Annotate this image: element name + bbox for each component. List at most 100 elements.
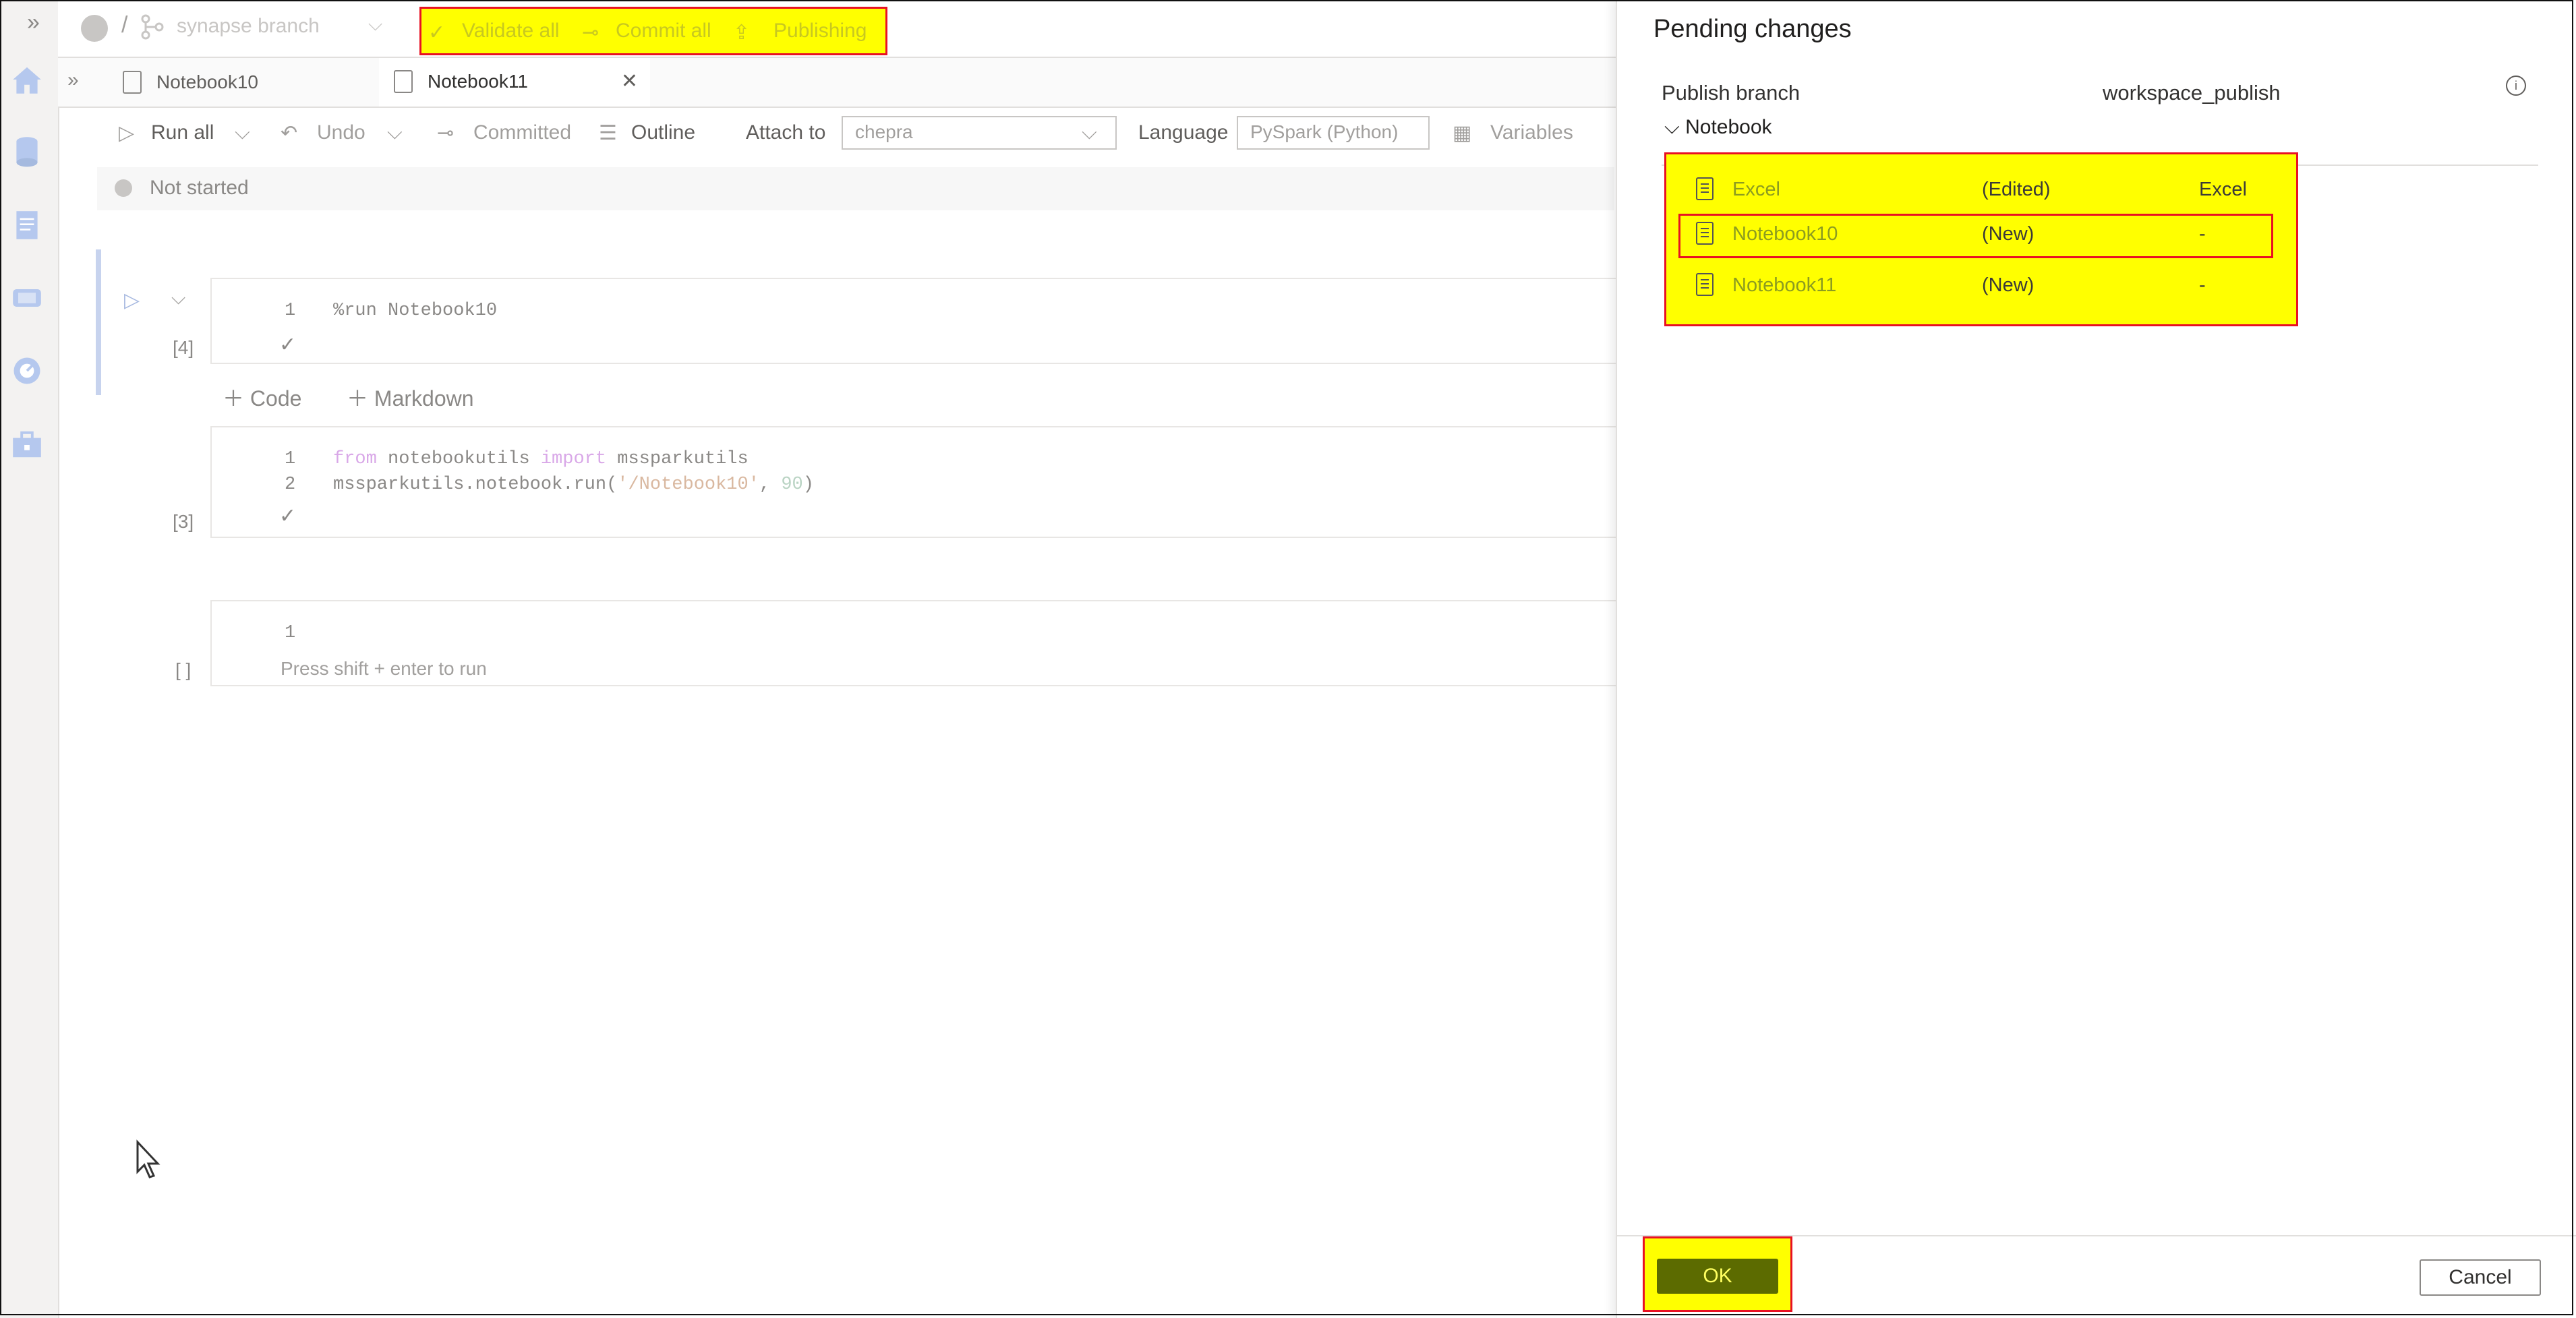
data-icon[interactable] (8, 132, 46, 170)
tab-notebook10[interactable]: Notebook10 (107, 58, 378, 107)
list-item[interactable]: Excel (Edited) Excel (1666, 169, 2296, 214)
notebook-icon (394, 69, 413, 93)
item-change: (New) (1982, 223, 2035, 245)
chevron-down-icon[interactable]: ⌵ (171, 287, 185, 309)
code-cell[interactable]: 1 %run Notebook10 ✓ (210, 278, 1616, 364)
undo-icon: ↶ (281, 122, 298, 144)
notebook-icon (1696, 222, 1714, 245)
variables-button[interactable]: Variables (1490, 121, 1573, 144)
list-item[interactable]: Notebook11 (New) - (1666, 265, 2296, 309)
active-cell-indicator (96, 249, 101, 395)
close-icon[interactable]: ✕ (621, 69, 638, 93)
line-number: 1 (285, 301, 296, 321)
line-number: 1 (285, 449, 296, 469)
branch-selector[interactable]: synapse branch (177, 15, 320, 38)
variables-icon: ▦ (1453, 122, 1472, 144)
add-markdown-cell-button[interactable]: ＋ Markdown (347, 382, 474, 413)
check-icon: ✓ (279, 505, 297, 527)
undo-button[interactable]: Undo (317, 121, 365, 144)
outline-button[interactable]: Outline (631, 121, 695, 144)
ok-button[interactable]: OK (1657, 1259, 1778, 1294)
add-code-cell-button[interactable]: ＋ Code (223, 382, 301, 413)
pending-changes-panel: Pending changes Publish branch workspace… (1616, 0, 2576, 1318)
status-row: Not started (97, 167, 1614, 210)
run-hint: Press shift + enter to run (281, 658, 487, 679)
item-name[interactable]: Excel (1732, 179, 1780, 201)
notebook-icon (123, 71, 142, 94)
item-change: (New) (1982, 274, 2035, 296)
highlight-ok-button: OK (1643, 1236, 1792, 1312)
status-dot-icon (115, 179, 132, 197)
code-cell[interactable]: 1 Press shift + enter to run (210, 600, 1616, 686)
item-name[interactable]: Notebook11 (1732, 274, 1836, 297)
language-select[interactable]: PySpark (Python) (1237, 116, 1430, 150)
develop-icon[interactable] (8, 206, 46, 244)
branch-icon (141, 14, 164, 40)
attach-to-select[interactable]: chepra (842, 116, 1117, 150)
item-type: - (2199, 274, 2206, 296)
publish-branch-label: Publish branch (1662, 81, 1801, 104)
integrate-icon[interactable] (8, 279, 46, 317)
item-change: (Edited) (1982, 179, 2051, 200)
tab-bar: » Notebook10 Notebook11 ✕ (58, 58, 1616, 108)
check-icon: ✓ (279, 334, 297, 356)
list-item[interactable]: Notebook10 (New) - (1678, 214, 2273, 258)
mouse-cursor-icon (136, 1139, 160, 1178)
highlight-changes-list: Excel (Edited) Excel Notebook10 (New) - … (1664, 152, 2298, 326)
chevron-down-icon[interactable]: ⌵ (387, 121, 403, 144)
code-line: from notebookutils import mssparkutils (333, 449, 749, 469)
path-separator: / (121, 12, 128, 38)
item-type: - (2199, 223, 2206, 245)
execution-count: [4] (173, 337, 194, 358)
manage-icon[interactable] (8, 426, 46, 464)
chevron-down-icon[interactable]: ⌵ (235, 121, 250, 144)
outline-icon: ☰ (599, 122, 617, 144)
group-notebook-toggle[interactable]: ⌵ Notebook (1664, 116, 1772, 139)
commit-icon: ⊸ (437, 122, 455, 144)
commit-all-button[interactable]: Commit all (616, 20, 711, 42)
notebook-icon (1696, 177, 1714, 200)
execution-count: [ ] (175, 659, 192, 680)
status-text: Not started (150, 177, 249, 199)
execution-count: [3] (173, 511, 194, 532)
validate-icon: ✓ (428, 22, 446, 44)
notebook-toolbar: ▷ Run all ⌵ ↶ Undo ⌵ ⊸ Committed ☰ Outli… (97, 108, 1614, 159)
attach-to-value: chepra (855, 121, 913, 142)
home-icon[interactable] (8, 61, 46, 98)
line-number: 1 (285, 623, 296, 643)
highlight-top-actions: ✓ Validate all ⊸ Commit all ⇪ Publishing (419, 7, 887, 55)
commit-icon: ⊸ (582, 22, 599, 44)
run-cell-icon[interactable]: ▷ (124, 289, 140, 312)
monitor-icon[interactable] (8, 352, 46, 390)
info-icon[interactable]: i (2506, 76, 2526, 96)
committed-status: Committed (473, 121, 572, 144)
code-line: mssparkutils.notebook.run('/Notebook10',… (333, 475, 814, 495)
language-label: Language (1138, 121, 1229, 144)
add-markdown-label: Markdown (374, 386, 474, 411)
collapse-icon[interactable]: » (67, 69, 79, 92)
panel-title: Pending changes (1653, 15, 1852, 43)
add-code-label: Code (250, 386, 302, 411)
code-line: %run Notebook10 (333, 301, 498, 321)
play-icon: ▷ (119, 122, 135, 144)
language-value: PySpark (Python) (1250, 121, 1399, 142)
tab-label: Notebook11 (428, 70, 528, 92)
publish-branch-value: workspace_publish (2103, 81, 2281, 104)
line-number: 2 (285, 475, 296, 495)
publishing-button[interactable]: Publishing (773, 20, 867, 42)
cancel-button[interactable]: Cancel (2420, 1259, 2541, 1296)
expand-rail-icon[interactable]: » (27, 9, 40, 36)
notebook-icon (1696, 273, 1714, 296)
tab-label: Notebook10 (156, 71, 259, 92)
publish-icon: ⇪ (733, 22, 751, 44)
item-name[interactable]: Notebook10 (1732, 223, 1838, 245)
github-icon (81, 15, 108, 42)
item-type: Excel (2199, 179, 2247, 200)
code-cell[interactable]: 1 from notebookutils import mssparkutils… (210, 426, 1616, 538)
attach-to-label: Attach to (746, 121, 826, 144)
chevron-down-icon[interactable]: ⌵ (368, 13, 382, 36)
run-all-button[interactable]: Run all (151, 121, 214, 144)
chevron-down-icon: ⌵ (1082, 121, 1097, 144)
tab-notebook11[interactable]: Notebook11 ✕ (379, 58, 650, 107)
validate-all-button[interactable]: Validate all (462, 20, 560, 42)
